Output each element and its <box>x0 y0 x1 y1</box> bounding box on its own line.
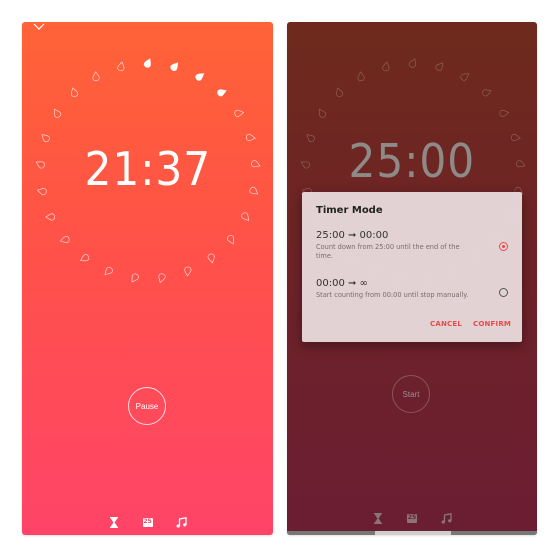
timer-mode-option-countup[interactable]: 00:00 ➞ ∞ Start counting from 00:00 unti… <box>316 278 516 300</box>
drop-filled <box>143 58 151 68</box>
drop-empty <box>158 273 166 284</box>
music-note-icon[interactable] <box>176 516 188 528</box>
calendar-icon[interactable]: 25 <box>142 516 154 528</box>
drop-empty <box>45 213 56 221</box>
drop-empty <box>92 71 100 82</box>
drop-filled <box>195 73 205 81</box>
calendar-icon[interactable]: 25 <box>406 512 418 524</box>
music-note-icon[interactable] <box>440 512 452 524</box>
drop-empty <box>357 71 365 82</box>
timer-mode-option-countdown[interactable]: 25:00 ➞ 00:00 Count down from 25:00 unti… <box>316 230 516 261</box>
clock-display: 25:00 <box>287 134 537 188</box>
drop-empty <box>408 58 416 68</box>
drop-empty <box>131 273 139 283</box>
bottom-toolbar: 25 <box>287 511 537 525</box>
drop-empty <box>482 89 492 97</box>
calendar-day: 25 <box>142 517 153 527</box>
calendar-day: 25 <box>407 513 417 523</box>
nav-handle[interactable] <box>375 531 451 535</box>
pause-button[interactable]: Pause <box>128 387 166 425</box>
drop-empty <box>499 109 510 117</box>
running-timer-screen: 21:37 Pause 25 <box>22 22 273 535</box>
clock-display: 21:37 <box>22 142 273 196</box>
confirm-button[interactable]: CONFIRM <box>473 320 511 328</box>
drop-empty <box>54 108 62 118</box>
drop-empty <box>319 108 327 118</box>
option-label: 25:00 ➞ 00:00 <box>316 230 389 241</box>
drop-empty <box>59 235 70 243</box>
drop-empty <box>104 266 113 275</box>
timer-mode-dialog: Timer Mode 25:00 ➞ 00:00 Count down from… <box>302 192 522 342</box>
option-label: 00:00 ➞ ∞ <box>316 278 368 289</box>
option-description: Start counting from 00:00 until stop man… <box>316 291 469 299</box>
timer-mode-screen: 25:00 Start 25 Timer Mode 25:00 ➞ 00:00 … <box>287 22 537 535</box>
dialog-title: Timer Mode <box>316 205 383 216</box>
drop-empty <box>435 62 444 72</box>
drop-empty <box>245 133 256 141</box>
drop-empty <box>241 212 250 221</box>
clock-time: 21:37 <box>84 142 211 196</box>
drop-empty <box>184 266 192 277</box>
radio-selected[interactable] <box>499 242 508 251</box>
chevron-down-icon[interactable] <box>32 22 46 32</box>
radio-unselected[interactable] <box>499 288 508 297</box>
bottom-toolbar: 25 <box>22 515 273 529</box>
cancel-button[interactable]: CANCEL <box>430 320 462 328</box>
drop-filled <box>217 89 227 97</box>
drop-empty <box>382 61 390 72</box>
clock-time: 25:00 <box>348 134 476 188</box>
option-description: Count down from 25:00 until the end of t… <box>316 243 460 260</box>
drop-filled <box>170 62 179 72</box>
system-nav-bar <box>287 531 537 535</box>
drop-empty <box>71 87 79 98</box>
drop-empty <box>336 87 344 98</box>
start-button[interactable]: Start <box>392 375 430 413</box>
timer-ring <box>35 58 261 284</box>
drop-empty <box>234 109 245 117</box>
drop-empty <box>207 253 215 264</box>
drop-empty <box>117 61 125 72</box>
drop-empty <box>79 254 90 262</box>
hourglass-icon[interactable] <box>108 516 120 528</box>
hourglass-icon[interactable] <box>372 512 384 524</box>
drop-empty <box>226 235 235 245</box>
drop-empty <box>460 73 470 81</box>
